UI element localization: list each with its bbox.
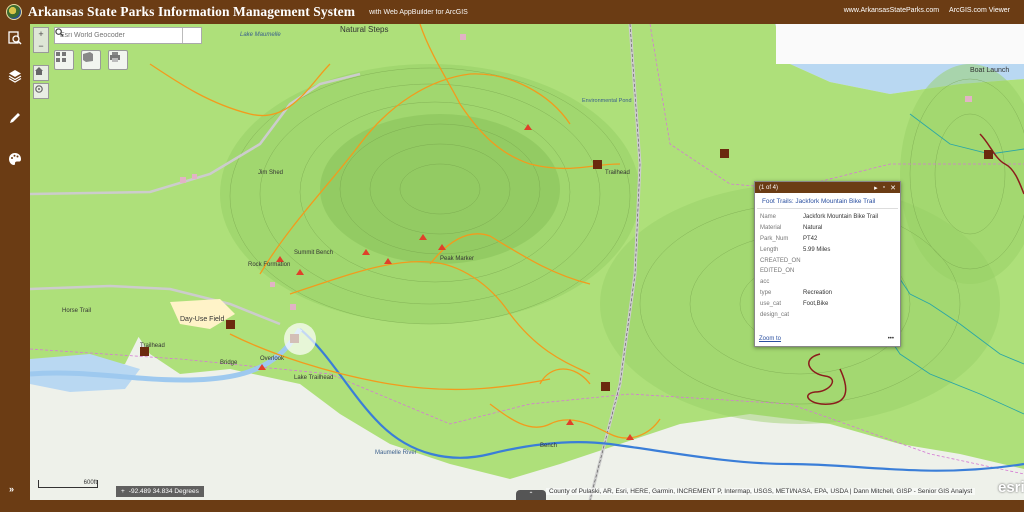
field-key: Name bbox=[760, 214, 777, 221]
field-value: 5.99 Miles bbox=[803, 246, 831, 253]
expand-chevron-icon[interactable]: » bbox=[9, 484, 14, 494]
label-boat-launch: Boat Launch bbox=[970, 67, 1009, 74]
coordinate-readout[interactable]: + -92.489 34.834 Degrees bbox=[116, 486, 204, 497]
label-environmental-pond: Environmental Pond bbox=[582, 98, 632, 104]
field-key: type bbox=[760, 289, 772, 296]
label-overlook: Overlook bbox=[260, 356, 285, 362]
next-feature-icon[interactable]: ▸ bbox=[874, 184, 878, 192]
grid-icon[interactable] bbox=[54, 50, 74, 70]
layers-icon[interactable] bbox=[7, 68, 23, 84]
label-lake-maumelle: Lake Maumelle bbox=[240, 32, 281, 38]
field-row: acc bbox=[760, 277, 895, 288]
park-logo-icon bbox=[6, 4, 22, 20]
popup-fields: Name Jackfork Mountain Bike Trail Materia… bbox=[755, 209, 900, 323]
label-bench: Bench bbox=[540, 443, 557, 449]
field-key: design_cat bbox=[760, 311, 790, 318]
label-natural-steps: Natural Steps bbox=[340, 25, 388, 34]
label-peak-marker: Peak Marker bbox=[440, 256, 474, 262]
field-value: Jackfork Mountain Bike Trail bbox=[803, 214, 879, 221]
query-icon[interactable] bbox=[7, 30, 23, 46]
label-trailhead-west: Trailhead bbox=[140, 343, 165, 349]
field-key: Material bbox=[760, 225, 782, 232]
header-link-parks[interactable]: www.ArkansasStateParks.com bbox=[844, 7, 939, 14]
field-row: type Recreation bbox=[760, 288, 895, 299]
label-day-use-field: Day-Use Field bbox=[180, 316, 224, 323]
field-key: Length bbox=[760, 246, 779, 253]
home-icon[interactable] bbox=[33, 65, 49, 81]
bookmark-icon[interactable] bbox=[81, 50, 101, 70]
popup-footer: Zoom to ••• bbox=[759, 336, 894, 342]
field-key: Park_Num bbox=[760, 235, 789, 242]
label-summit-bench: Summit Bench bbox=[294, 250, 333, 256]
field-row: Length 5.99 Miles bbox=[760, 244, 895, 255]
header-link-viewer[interactable]: ArcGIS.com Viewer bbox=[949, 7, 1010, 14]
field-value: Foot,Bike bbox=[803, 300, 829, 307]
field-key: acc bbox=[760, 279, 770, 286]
label-horse-trail: Horse Trail bbox=[62, 308, 91, 314]
coords-value: -92.489 34.834 Degrees bbox=[128, 488, 199, 495]
coords-plus-icon: + bbox=[121, 488, 125, 495]
field-key: use_cat bbox=[760, 300, 782, 307]
palette-icon[interactable] bbox=[7, 151, 23, 167]
field-value: Recreation bbox=[803, 289, 833, 296]
more-actions-icon[interactable]: ••• bbox=[888, 336, 894, 342]
field-row: Material Natural bbox=[760, 223, 895, 234]
label-trailhead: Trailhead bbox=[605, 170, 630, 176]
zoom-to-link[interactable]: Zoom to bbox=[759, 336, 781, 342]
label-bridge: Bridge bbox=[220, 360, 238, 366]
map-attribution: County of Pulaski, AR, Esri, HERE, Garmi… bbox=[546, 488, 976, 495]
field-row: Name Jackfork Mountain Bike Trail bbox=[760, 212, 895, 223]
sidebar: » bbox=[0, 24, 30, 500]
locate-icon[interactable] bbox=[33, 83, 49, 99]
field-row: EDITED_ON bbox=[760, 266, 895, 277]
field-key: EDITED_ON bbox=[760, 268, 795, 275]
map-view[interactable]: Natural Steps Lake Maumelle Day-Use Fiel… bbox=[30, 24, 1024, 500]
popup-header: (1 of 4) ▸ ▫ ✕ bbox=[755, 182, 900, 193]
app-subtitle: with Web AppBuilder for ArcGIS bbox=[369, 8, 468, 16]
bottom-bar bbox=[0, 500, 1024, 512]
zoom-control: + − bbox=[33, 27, 49, 53]
field-row: use_cat Foot,Bike bbox=[760, 298, 895, 309]
app-title: Arkansas State Parks Information Managem… bbox=[28, 4, 356, 19]
popup-count: (1 of 4) bbox=[759, 184, 779, 191]
field-value: PT42 bbox=[803, 235, 818, 242]
zoom-out-button[interactable]: − bbox=[34, 40, 48, 52]
label-rock-formation: Rock Formation bbox=[248, 262, 290, 268]
zoom-in-button[interactable]: + bbox=[34, 28, 48, 40]
field-row: design_cat bbox=[760, 309, 895, 320]
print-icon[interactable] bbox=[108, 50, 128, 70]
scale-label: 600ft bbox=[83, 480, 97, 486]
edit-icon[interactable] bbox=[7, 110, 23, 126]
collapse-panel-button[interactable]: ⌃ bbox=[516, 490, 546, 500]
search-box bbox=[54, 27, 202, 44]
esri-logo: esri bbox=[998, 479, 1024, 496]
field-row: CREATED_ON bbox=[760, 255, 895, 266]
field-key: CREATED_ON bbox=[760, 257, 801, 264]
field-row: Park_Num PT42 bbox=[760, 234, 895, 245]
label-maumelle-river: Maumelle River bbox=[375, 450, 417, 456]
close-icon[interactable]: ✕ bbox=[890, 184, 896, 192]
popup-title: Foot Trails: Jackfork Mountain Bike Trai… bbox=[757, 193, 898, 209]
label-jim-shed: Jim Shed bbox=[258, 170, 283, 176]
scale-bar: 600ft bbox=[38, 480, 98, 488]
maximize-icon[interactable]: ▫ bbox=[883, 184, 885, 191]
app-header: Arkansas State Parks Information Managem… bbox=[0, 0, 1024, 24]
search-input[interactable] bbox=[55, 28, 182, 43]
label-lake-trailhead: Lake Trailhead bbox=[294, 375, 333, 381]
field-value: Natural bbox=[803, 225, 823, 232]
header-links: www.ArkansasStateParks.com ArcGIS.com Vi… bbox=[844, 7, 1010, 14]
feature-popup: (1 of 4) ▸ ▫ ✕ Foot Trails: Jackfork Mou… bbox=[754, 181, 901, 347]
search-icon[interactable] bbox=[55, 28, 201, 43]
